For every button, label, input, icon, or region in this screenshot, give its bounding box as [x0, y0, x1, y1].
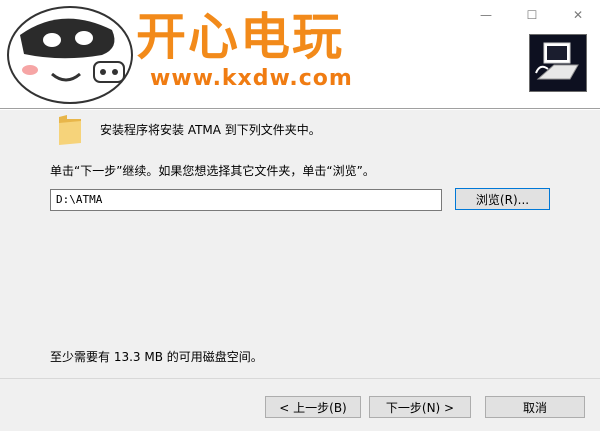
app-icon — [529, 34, 587, 92]
minimize-icon: — — [480, 8, 492, 22]
computer-icon — [535, 42, 579, 80]
close-icon: ✕ — [572, 8, 584, 22]
maximize-icon: ☐ — [526, 8, 538, 22]
cancel-button[interactable]: 取消 — [485, 396, 585, 418]
header-banner: 开心电玩 www.kxdw.com — ☐ ✕ — [0, 0, 600, 108]
minimize-button[interactable]: — — [463, 0, 509, 30]
back-button[interactable]: < 上一步(B) — [265, 396, 361, 418]
intro-text: 安装程序将安装 ATMA 到下列文件夹中。 — [100, 123, 321, 137]
next-button[interactable]: 下一步(N) > — [369, 396, 471, 418]
brand-url: www.kxdw.com — [150, 66, 353, 91]
installer-window: 开心电玩 www.kxdw.com — ☐ ✕ 安装程序将安装 ATMA 到下列… — [0, 0, 600, 431]
hint-text: 单击“下一步”继续。如果您想选择其它文件夹，单击“浏览”。 — [50, 164, 375, 178]
close-button[interactable]: ✕ — [555, 0, 600, 30]
browse-button[interactable]: 浏览(R)... — [455, 188, 550, 210]
brand-logo: 开心电玩 www.kxdw.com — [0, 0, 372, 108]
header-divider-highlight — [0, 109, 600, 110]
disk-space-text: 至少需要有 13.3 MB 的可用磁盘空间。 — [50, 350, 263, 364]
footer-divider — [0, 378, 600, 379]
install-path-input[interactable] — [50, 189, 442, 211]
mascot-icon — [7, 6, 133, 104]
folder-icon — [59, 115, 81, 145]
maximize-button[interactable]: ☐ — [509, 0, 555, 30]
brand-name: 开心电玩 — [136, 8, 344, 66]
